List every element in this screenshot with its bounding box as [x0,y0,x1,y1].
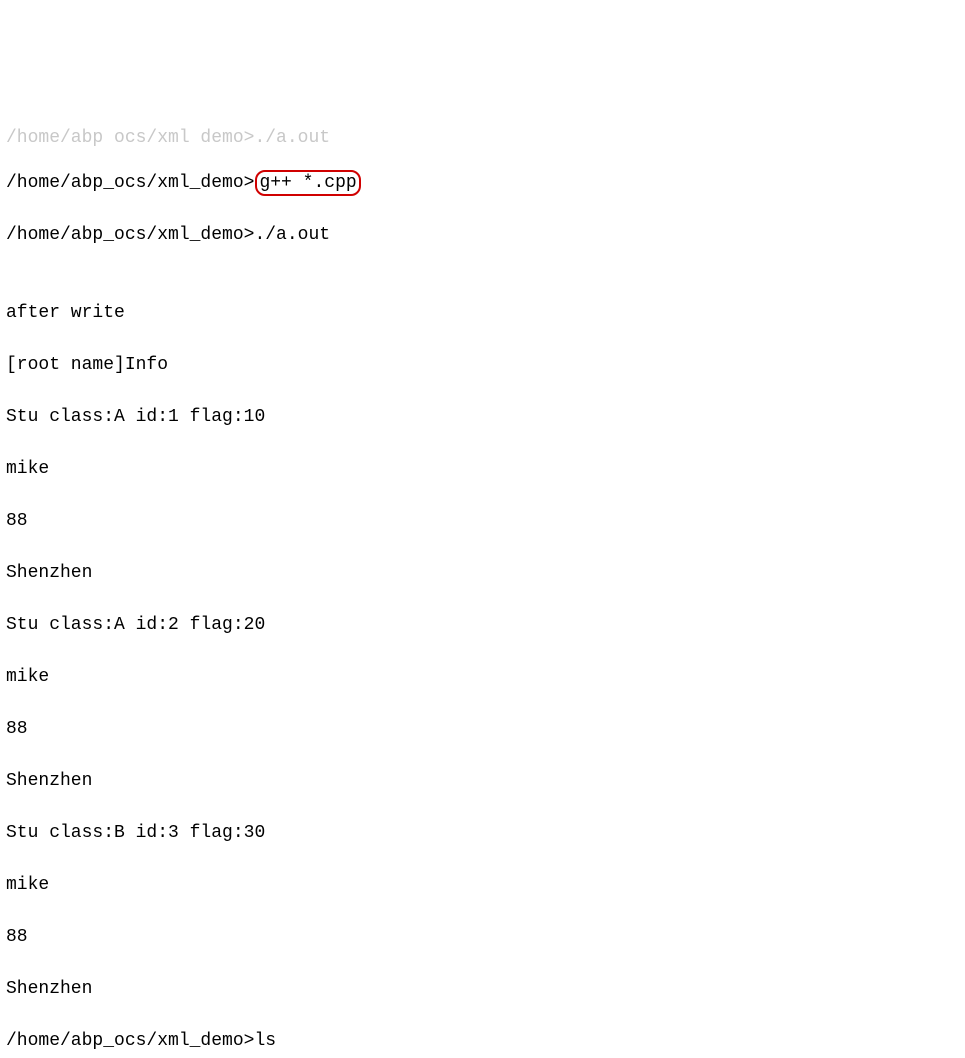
line-stu2: Stu class:A id:2 flag:20 [6,612,959,638]
line-stu3: Stu class:B id:3 flag:30 [6,820,959,846]
partial-previous-line: /home/abp ocs/xml demo>./a.out [6,132,959,144]
line-root-name: [root name]Info [6,352,959,378]
line-city1: Shenzhen [6,560,959,586]
ls-command: ls [254,1031,276,1051]
line-num3: 88 [6,924,959,950]
line-name3: mike [6,872,959,898]
highlighted-command: g++ *.cpp [255,170,360,196]
line-city3: Shenzhen [6,976,959,1002]
line-run: /home/abp_ocs/xml_demo>./a.out [6,222,959,248]
prompt: /home/abp_ocs/xml_demo> [6,1031,254,1051]
line-stu1: Stu class:A id:1 flag:10 [6,404,959,430]
line-num1: 88 [6,508,959,534]
line-after-write: after write [6,300,959,326]
line-city2: Shenzhen [6,768,959,794]
line-name2: mike [6,664,959,690]
line-ls: /home/abp_ocs/xml_demo>ls [6,1028,959,1054]
line-compile: /home/abp_ocs/xml_demo>g++ *.cpp [6,170,959,196]
prompt: /home/abp_ocs/xml_demo> [6,173,254,193]
line-name1: mike [6,456,959,482]
line-num2: 88 [6,716,959,742]
terminal-output: /home/abp ocs/xml demo>./a.out /home/abp… [6,106,959,1058]
